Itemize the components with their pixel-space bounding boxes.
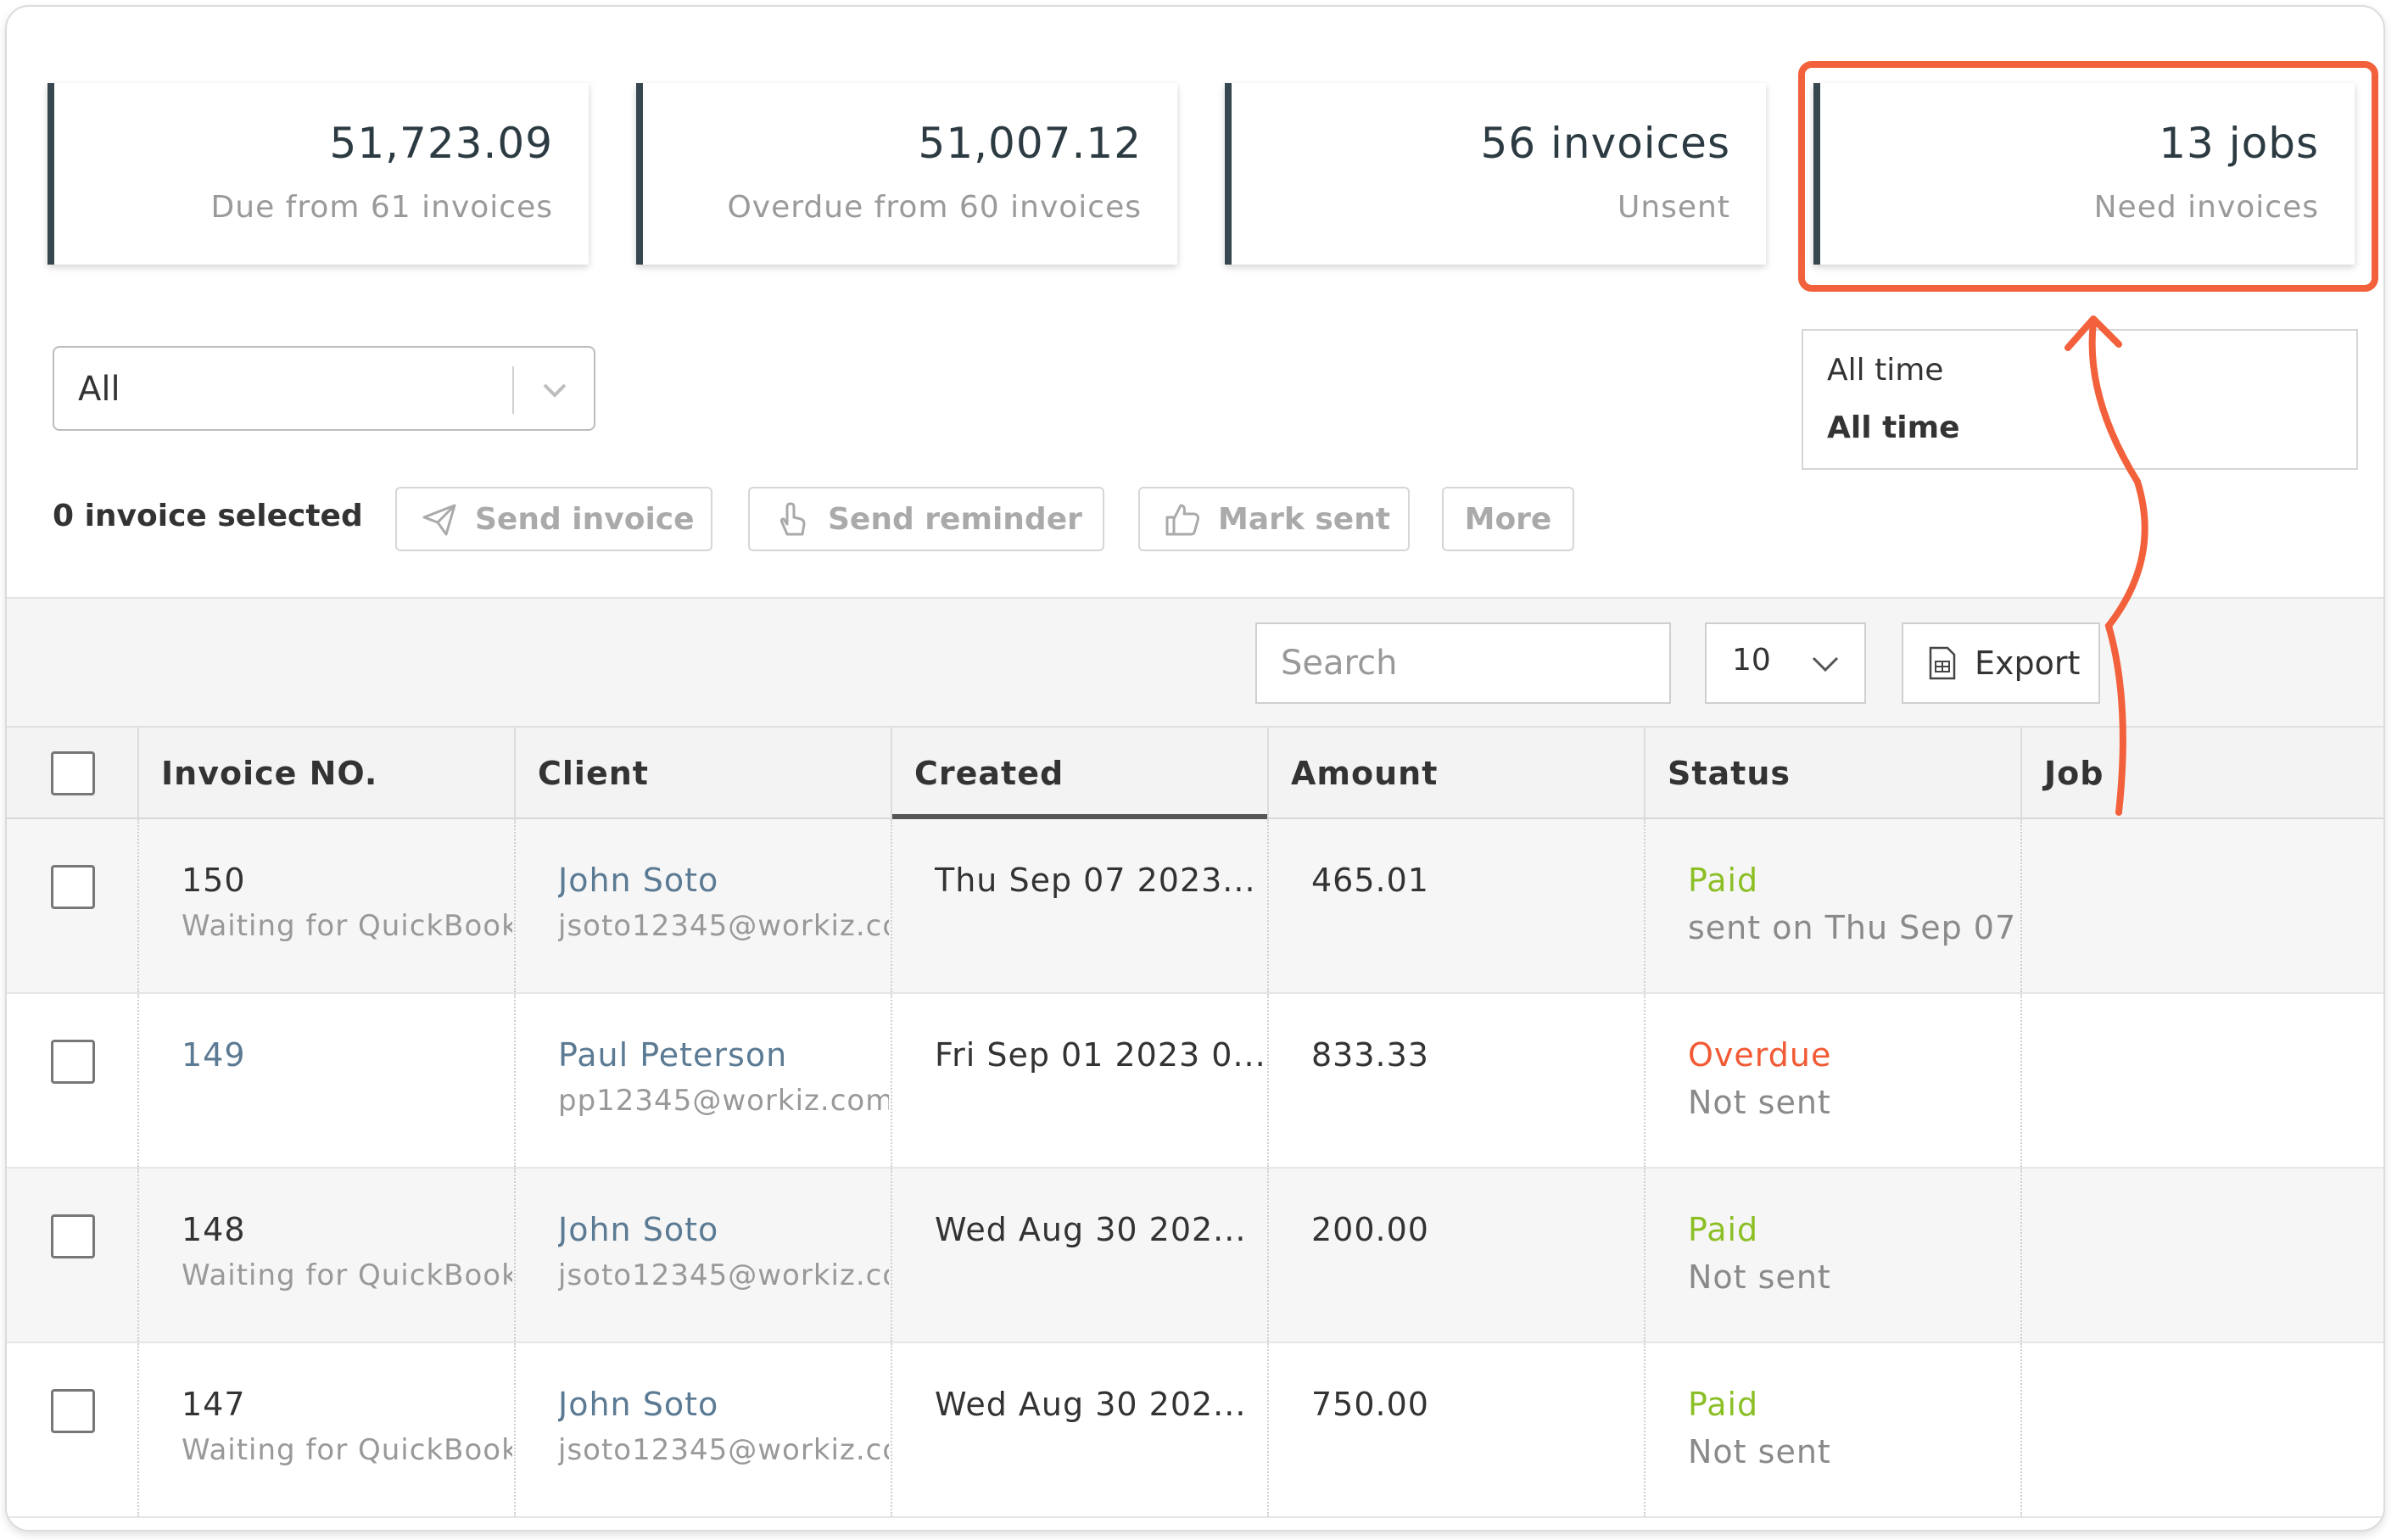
column-label: Job — [2044, 755, 2104, 792]
column-header-amount[interactable]: Amount — [1267, 728, 1644, 819]
time-range-value: All time — [1827, 410, 1960, 445]
select-all-checkbox[interactable] — [51, 751, 95, 795]
export-label: Export — [1975, 644, 2081, 682]
client-email: jsoto12345@workiz.com — [558, 1433, 889, 1467]
invoice-number[interactable]: 148 — [182, 1211, 512, 1248]
page-size-select[interactable]: 10 — [1705, 622, 1866, 704]
card-value: 51,723.09 — [329, 119, 553, 168]
client-email: jsoto12345@workiz.com — [558, 909, 889, 943]
time-range-filter[interactable]: All time All time — [1802, 329, 2358, 470]
row-checkbox[interactable] — [51, 1040, 95, 1084]
paper-plane-icon — [421, 500, 458, 538]
invoice-amount: 833.33 — [1311, 1036, 1429, 1074]
send-invoice-button[interactable]: Send invoice — [395, 487, 712, 551]
card-label: Overdue from 60 invoices — [727, 190, 1142, 225]
created-date: Wed Aug 30 202... — [935, 1211, 1247, 1248]
column-header-invoice-no[interactable]: Invoice NO. — [137, 728, 514, 819]
summary-card-due[interactable]: 51,723.09 Due from 61 invoices — [47, 83, 589, 265]
client-name-link[interactable]: John Soto — [558, 1386, 889, 1423]
table-row[interactable]: 149 Paul Peterson pp12345@workiz.com Fri… — [7, 994, 2383, 1169]
row-checkbox[interactable] — [51, 1214, 95, 1258]
search-input[interactable] — [1255, 622, 1671, 704]
sent-status: Not sent — [1688, 1084, 1831, 1121]
client-email: pp12345@workiz.com — [558, 1084, 889, 1118]
client-name-link[interactable]: John Soto — [558, 862, 889, 899]
chevron-down-icon — [539, 366, 570, 421]
column-label: Invoice NO. — [161, 755, 378, 792]
card-value: 56 invoices — [1480, 119, 1730, 168]
hand-pointer-icon — [774, 500, 811, 538]
mark-sent-button[interactable]: Mark sent — [1138, 487, 1410, 551]
more-label: More — [1464, 501, 1552, 537]
invoice-sync-status: Waiting for QuickBooks — [182, 1433, 512, 1467]
spreadsheet-icon — [1929, 646, 1956, 680]
created-date: Fri Sep 01 2023 0... — [935, 1036, 1266, 1074]
select-divider — [512, 366, 514, 414]
sent-status: Not sent — [1688, 1433, 1831, 1470]
send-reminder-label: Send reminder — [828, 501, 1082, 537]
more-button[interactable]: More — [1442, 487, 1574, 551]
invoice-number[interactable]: 147 — [182, 1386, 512, 1423]
status-badge: Paid — [1688, 862, 1759, 899]
chevron-down-icon — [1808, 639, 1842, 695]
invoice-amount: 465.01 — [1311, 862, 1429, 899]
table-row[interactable]: 150 Waiting for QuickBooks John Soto jso… — [7, 819, 2383, 994]
invoice-amount: 750.00 — [1311, 1386, 1429, 1423]
selected-count: 0 invoice selected — [53, 499, 363, 533]
invoice-sync-status: Waiting for QuickBooks — [182, 1258, 512, 1292]
time-range-label: All time — [1827, 353, 1944, 388]
export-button[interactable]: Export — [1902, 622, 2100, 704]
row-checkbox[interactable] — [51, 1389, 95, 1433]
status-badge: Overdue — [1688, 1036, 1832, 1074]
table-row[interactable]: 148 Waiting for QuickBooks John Soto jso… — [7, 1169, 2383, 1343]
client-name-link[interactable]: John Soto — [558, 1211, 889, 1248]
column-header-job[interactable]: Job — [2020, 728, 2383, 819]
card-value: 51,007.12 — [918, 119, 1142, 168]
summary-card-overdue[interactable]: 51,007.12 Overdue from 60 invoices — [636, 83, 1177, 265]
created-date: Thu Sep 07 2023... — [935, 862, 1256, 899]
sent-status: Not sent — [1688, 1258, 1831, 1296]
send-reminder-button[interactable]: Send reminder — [748, 487, 1104, 551]
table-header: Invoice NO. Client Created Amount Status… — [7, 726, 2383, 821]
status-filter-select[interactable]: All — [53, 346, 595, 431]
table-toolbar: 10 Export — [7, 597, 2383, 726]
status-filter-value: All — [78, 370, 120, 409]
column-header-client[interactable]: Client — [514, 728, 891, 819]
page-size-value: 10 — [1732, 643, 1771, 678]
send-invoice-label: Send invoice — [475, 501, 695, 537]
status-badge: Paid — [1688, 1386, 1759, 1423]
summary-card-unsent[interactable]: 56 invoices Unsent — [1225, 83, 1766, 265]
column-label: Created — [914, 755, 1064, 792]
card-label: Unsent — [1617, 190, 1730, 225]
created-date: Wed Aug 30 202... — [935, 1386, 1247, 1423]
column-header-created[interactable]: Created — [891, 728, 1267, 821]
invoice-number[interactable]: 150 — [182, 862, 512, 899]
thumbs-up-icon — [1164, 500, 1201, 538]
card-label: Due from 61 invoices — [210, 190, 553, 225]
column-label: Status — [1668, 755, 1791, 792]
invoices-page: 51,723.09 Due from 61 invoices 51,007.12… — [5, 5, 2385, 1532]
column-label: Amount — [1291, 755, 1439, 792]
highlight-box — [1798, 61, 2378, 292]
row-checkbox[interactable] — [51, 865, 95, 909]
sent-status: sent on Thu Sep 07 2 — [1688, 909, 2019, 946]
invoice-number[interactable]: 149 — [182, 1036, 512, 1074]
mark-sent-label: Mark sent — [1218, 501, 1391, 537]
client-name-link[interactable]: Paul Peterson — [558, 1036, 889, 1074]
invoice-sync-status: Waiting for QuickBooks — [182, 909, 512, 943]
column-label: Client — [538, 755, 649, 792]
status-badge: Paid — [1688, 1211, 1759, 1248]
invoice-amount: 200.00 — [1311, 1211, 1429, 1248]
client-email: jsoto12345@workiz.com — [558, 1258, 889, 1292]
column-header-status[interactable]: Status — [1644, 728, 2020, 819]
table-row[interactable]: 147 Waiting for QuickBooks John Soto jso… — [7, 1343, 2383, 1518]
